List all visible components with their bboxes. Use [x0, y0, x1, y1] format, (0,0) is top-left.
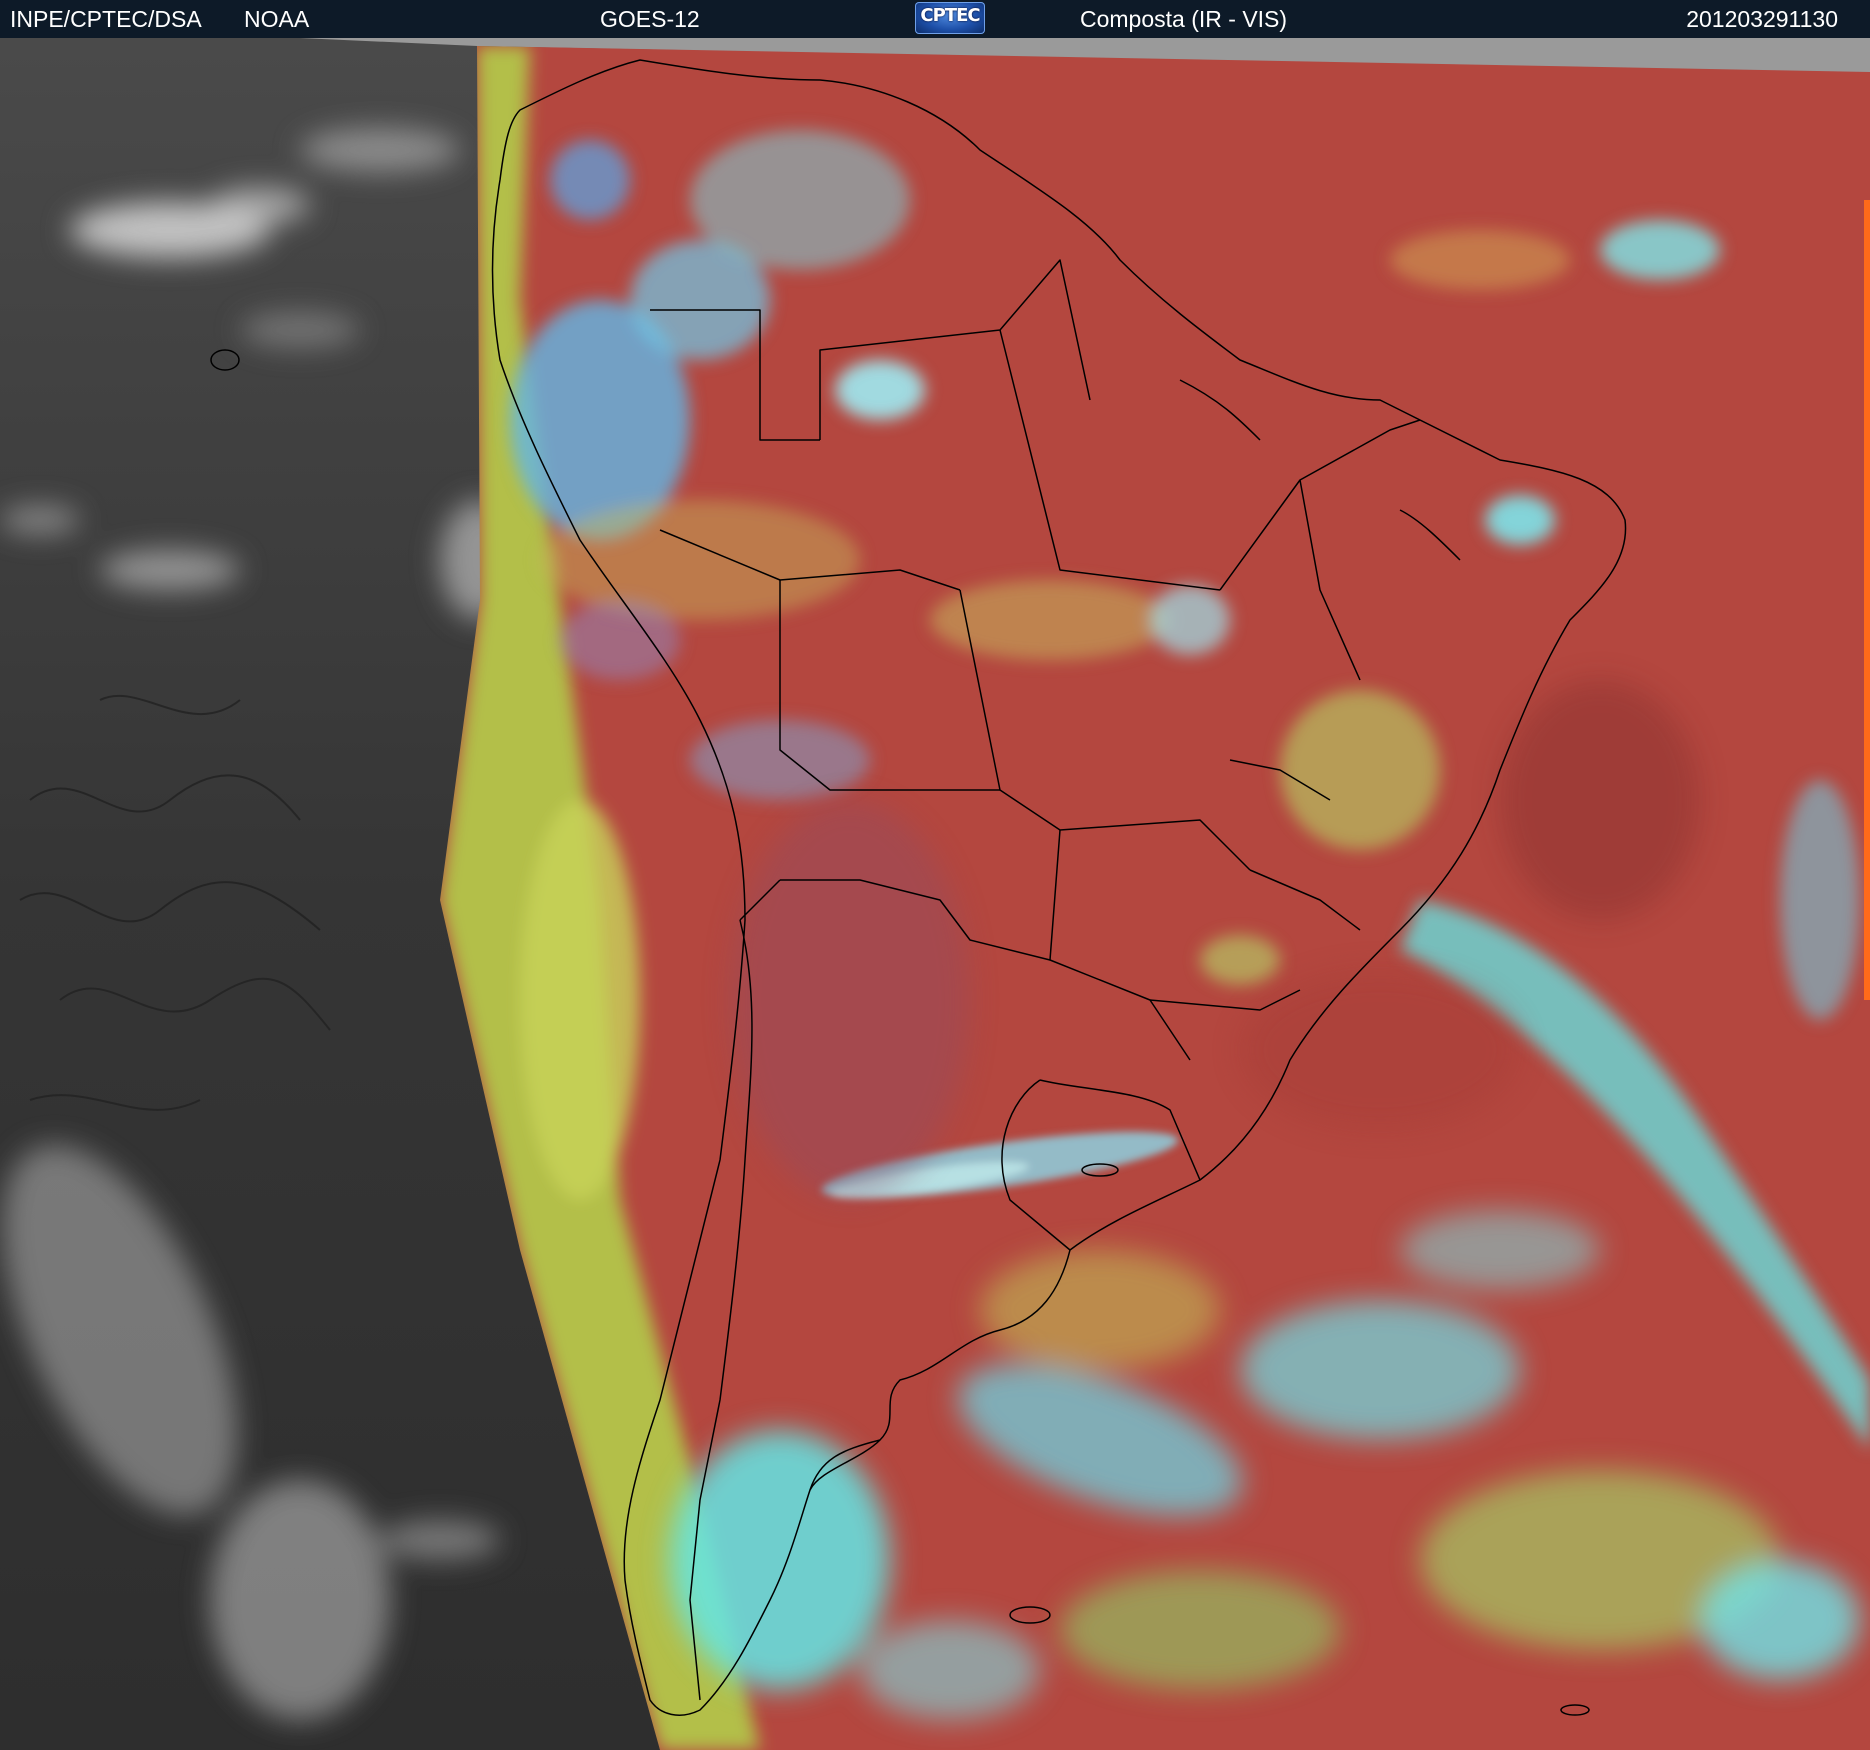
source-label: NOAA — [244, 6, 310, 32]
logo-text: CPTEC — [920, 5, 980, 26]
agency-label: INPE/CPTEC/DSA — [10, 6, 202, 32]
cptec-logo: CPTEC — [915, 2, 985, 34]
header-bar: INPE/CPTEC/DSA NOAA GOES-12 CPTEC Compos… — [0, 0, 1870, 38]
satellite-map — [0, 38, 1870, 1750]
swath-edge-right — [1864, 200, 1870, 1000]
satellite-label: GOES-12 — [600, 6, 700, 32]
timestamp-label: 201203291130 — [1686, 6, 1838, 32]
product-label: Composta (IR - VIS) — [1080, 6, 1288, 32]
